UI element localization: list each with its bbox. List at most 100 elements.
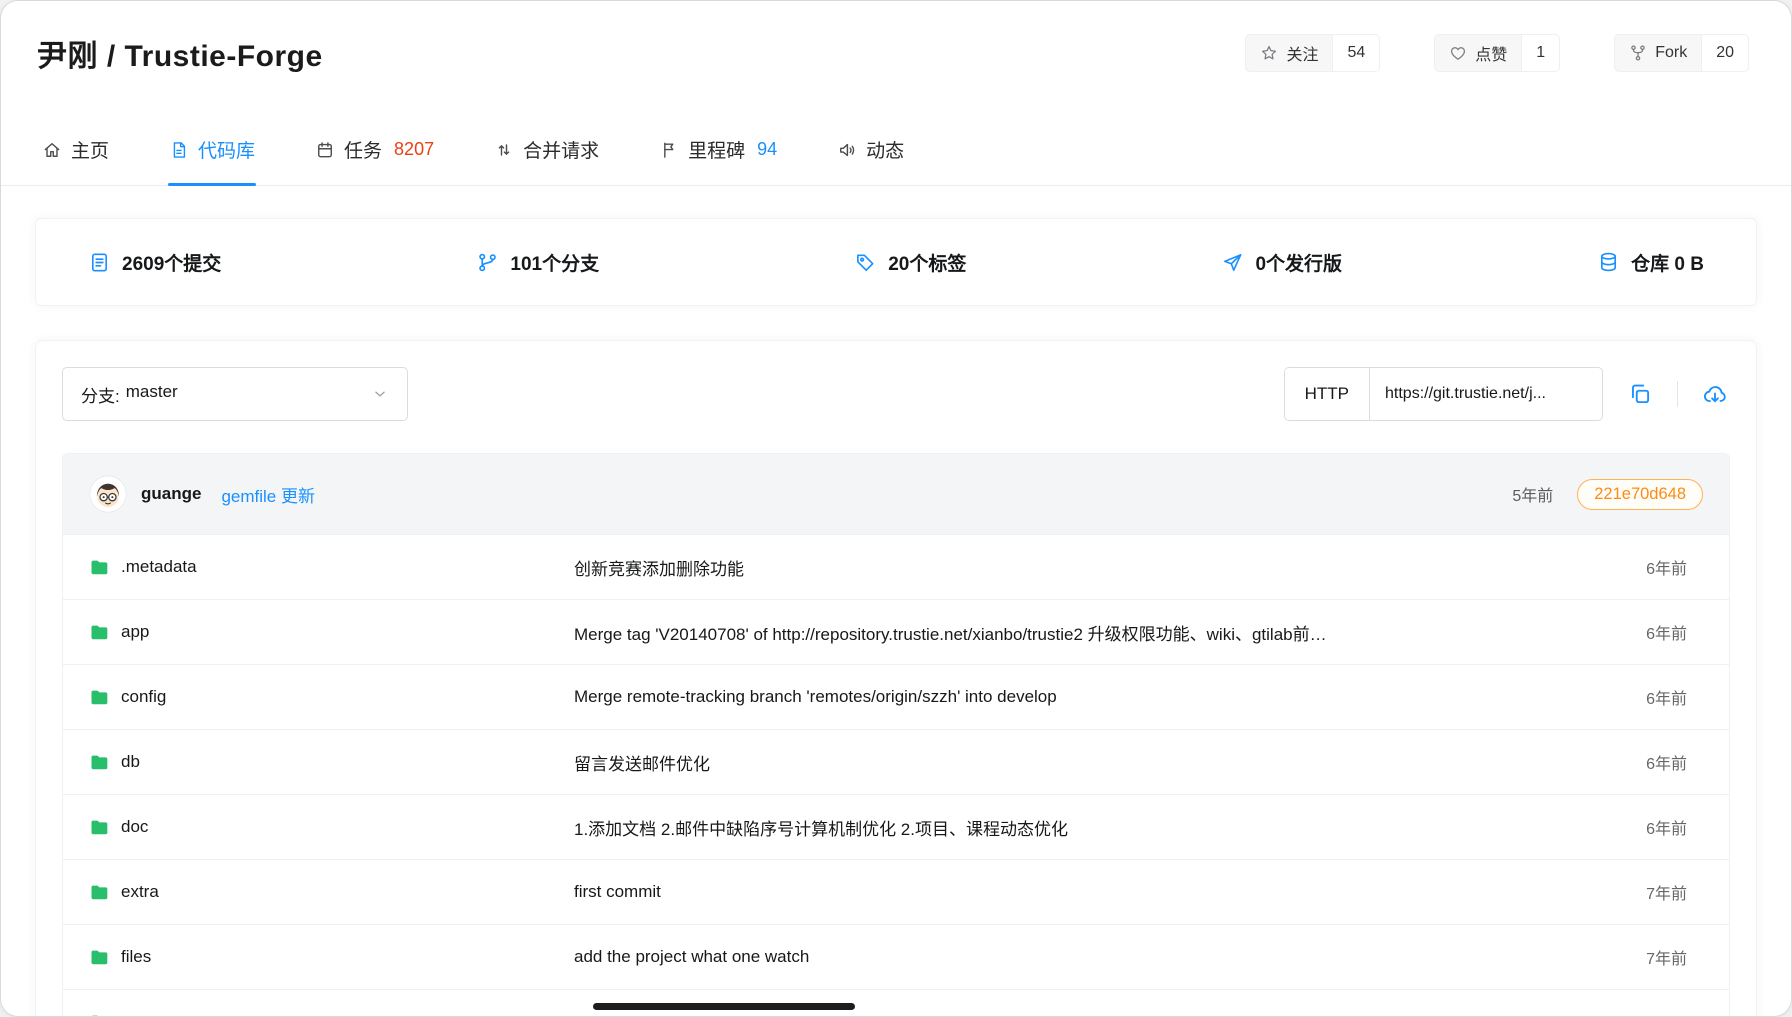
- tab-merge-requests[interactable]: 合并请求: [493, 123, 600, 185]
- file-table: guange gemfile 更新 5年前 221e70d648 .metada…: [62, 453, 1730, 1017]
- table-row[interactable]: extra first commit 7年前: [63, 859, 1729, 924]
- folder-icon: [89, 687, 109, 707]
- copy-url-button[interactable]: [1625, 379, 1655, 409]
- file-commit-message[interactable]: 创新竞赛添加删除功能: [574, 555, 1571, 580]
- home-icon: [42, 140, 62, 160]
- table-row[interactable]: .metadata 创新竞赛添加删除功能 6年前: [63, 534, 1729, 599]
- download-repo-button[interactable]: [1700, 379, 1730, 409]
- tab-milestones-label: 里程碑: [688, 136, 745, 163]
- file-commit-message[interactable]: Merge remote-tracking branch 'remotes/or…: [574, 687, 1571, 707]
- file-name-link[interactable]: doc: [89, 817, 574, 837]
- stat-branches-label: 101个分支: [510, 249, 599, 276]
- folder-icon: [89, 947, 109, 967]
- code-repo-icon: [169, 140, 189, 160]
- tasks-count-badge: 8207: [394, 139, 434, 160]
- file-name-link[interactable]: .metadata: [89, 557, 574, 577]
- commit-message-link[interactable]: gemfile 更新: [221, 482, 315, 507]
- file-commit-time: 6年前: [1571, 750, 1703, 774]
- table-row[interactable]: doc 1.添加文档 2.邮件中缺陷序号计算机制优化 2.项目、课程动态优化 6…: [63, 794, 1729, 859]
- file-commit-message[interactable]: add the project what one watch: [574, 947, 1571, 967]
- milestone-icon: [659, 140, 679, 160]
- tab-activity[interactable]: 动态: [836, 123, 905, 185]
- clone-url-group: HTTP https://git.trustie.net/j...: [1284, 367, 1603, 421]
- stat-branches[interactable]: 101个分支: [476, 249, 599, 276]
- tab-home-label: 主页: [71, 136, 109, 163]
- watch-count: 54: [1332, 35, 1379, 71]
- file-name-link[interactable]: extra: [89, 882, 574, 902]
- repository-browser: 分支: master HTTP https://git.trustie.net/…: [35, 340, 1757, 1017]
- file-name: .metadata: [121, 557, 197, 577]
- latest-commit-row: guange gemfile 更新 5年前 221e70d648: [63, 454, 1729, 534]
- repo-toolbar: 分支: master HTTP https://git.trustie.net/…: [62, 367, 1730, 421]
- praise-count: 1: [1521, 35, 1559, 71]
- file-commit-message[interactable]: first commit: [574, 882, 1571, 902]
- task-icon: [315, 140, 335, 160]
- fork-button[interactable]: Fork 20: [1614, 34, 1749, 72]
- branch-selector[interactable]: 分支: master: [62, 367, 408, 421]
- tab-tasks-label: 任务: [344, 136, 382, 163]
- stat-commits[interactable]: 2609个提交: [88, 249, 221, 276]
- folder-icon: [89, 752, 109, 772]
- activity-speaker-icon: [837, 140, 857, 160]
- folder-icon: [89, 1012, 109, 1017]
- table-row[interactable]: files add the project what one watch 7年前: [63, 924, 1729, 989]
- commit-time: 5年前: [1512, 482, 1553, 506]
- file-name-link[interactable]: files: [89, 947, 574, 967]
- tab-merge-requests-label: 合并请求: [523, 136, 599, 163]
- file-commit-time: 6年前: [1571, 815, 1703, 839]
- tags-icon: [854, 251, 877, 274]
- file-commit-message[interactable]: 1.添加文档 2.邮件中缺陷序号计算机制优化 2.项目、课程动态优化: [574, 815, 1571, 840]
- file-name: files: [121, 947, 151, 967]
- tab-code-label: 代码库: [198, 136, 255, 163]
- clone-controls: HTTP https://git.trustie.net/j...: [1284, 367, 1730, 421]
- avatar[interactable]: [89, 475, 127, 513]
- table-row-partial[interactable]: [63, 989, 1729, 1017]
- stat-repo-size-label: 仓库 0 B: [1631, 249, 1704, 276]
- table-row[interactable]: db 留言发送邮件优化 6年前: [63, 729, 1729, 794]
- star-icon: [1260, 44, 1278, 62]
- file-commit-message[interactable]: 留言发送邮件优化: [574, 750, 1571, 775]
- stat-repo-size[interactable]: 仓库 0 B: [1597, 249, 1704, 276]
- file-commit-message[interactable]: Merge tag 'V20140708' of http://reposito…: [574, 620, 1571, 645]
- page-title: 尹刚 / Trustie-Forge: [37, 31, 323, 75]
- app-window: 尹刚 / Trustie-Forge 关注 54 点赞 1: [0, 0, 1792, 1017]
- file-name-link[interactable]: app: [89, 622, 574, 642]
- table-row[interactable]: app Merge tag 'V20140708' of http://repo…: [63, 599, 1729, 664]
- stat-tags[interactable]: 20个标签: [854, 249, 966, 276]
- stat-tags-label: 20个标签: [888, 249, 966, 276]
- repo-stats-bar: 2609个提交 101个分支 20个标签 0个发行版 仓库 0 B: [35, 218, 1757, 306]
- file-name-link[interactable]: db: [89, 752, 574, 772]
- file-commit-time: 7年前: [1571, 880, 1703, 904]
- table-row[interactable]: config Merge remote-tracking branch 'rem…: [63, 664, 1729, 729]
- branch-value: master: [126, 382, 178, 407]
- tab-milestones[interactable]: 里程碑 94: [658, 123, 778, 185]
- stat-commits-label: 2609个提交: [122, 249, 221, 276]
- tab-code[interactable]: 代码库: [168, 123, 256, 185]
- file-commit-time: 6年前: [1571, 620, 1703, 644]
- branch-label: 分支:: [81, 382, 120, 407]
- chevron-down-icon: [371, 385, 389, 403]
- fork-count: 20: [1701, 35, 1748, 71]
- clone-url-field[interactable]: https://git.trustie.net/j...: [1370, 368, 1602, 420]
- repo-header: 尹刚 / Trustie-Forge 关注 54 点赞 1: [1, 1, 1791, 75]
- folder-icon: [89, 817, 109, 837]
- commits-icon: [88, 251, 111, 274]
- praise-button[interactable]: 点赞 1: [1434, 34, 1560, 72]
- file-commit-time: 6年前: [1571, 685, 1703, 709]
- stat-releases[interactable]: 0个发行版: [1221, 249, 1342, 276]
- file-name: db: [121, 752, 140, 772]
- protocol-http-button[interactable]: HTTP: [1285, 368, 1370, 420]
- watch-button[interactable]: 关注 54: [1245, 34, 1380, 72]
- file-name-link[interactable]: [89, 1012, 574, 1017]
- folder-icon: [89, 557, 109, 577]
- horizontal-scrollbar-thumb[interactable]: [593, 1003, 855, 1010]
- commit-author-link[interactable]: guange: [141, 484, 201, 504]
- tab-home[interactable]: 主页: [41, 123, 110, 185]
- file-name-link[interactable]: config: [89, 687, 574, 707]
- commit-sha-badge[interactable]: 221e70d648: [1577, 479, 1703, 510]
- watch-label: 关注: [1286, 41, 1318, 65]
- tab-tasks[interactable]: 任务 8207: [314, 123, 435, 185]
- tab-activity-label: 动态: [866, 136, 904, 163]
- file-name: doc: [121, 817, 148, 837]
- stat-releases-label: 0个发行版: [1255, 249, 1342, 276]
